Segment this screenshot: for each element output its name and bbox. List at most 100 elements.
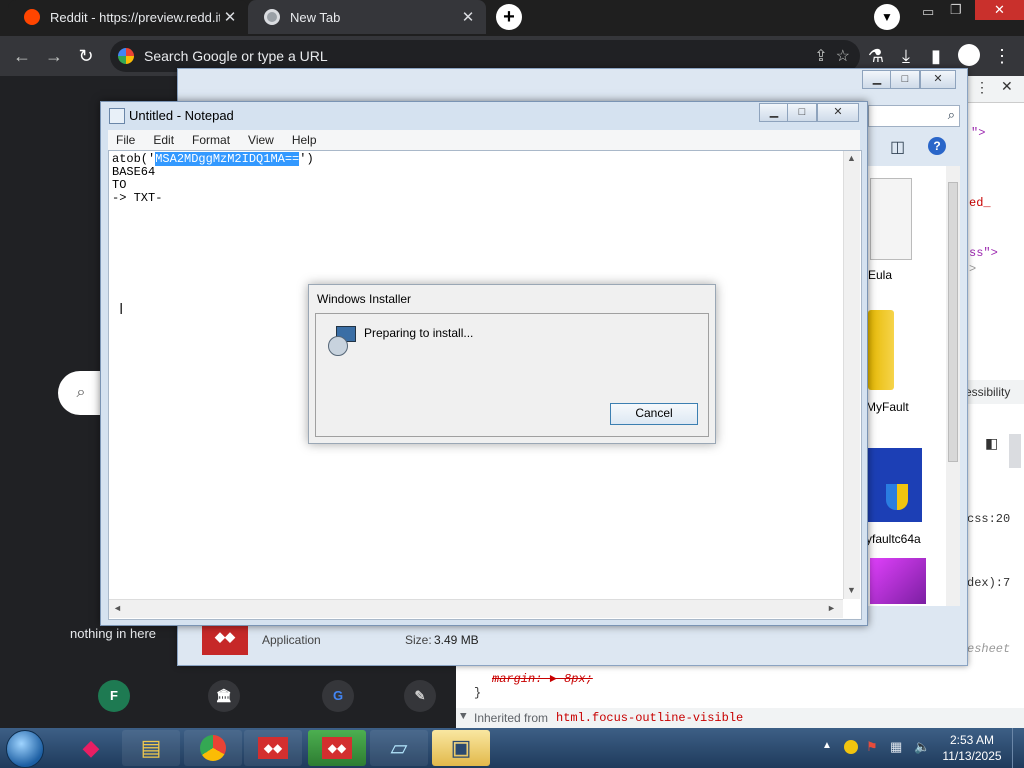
minimize-button[interactable]: ▁ — [862, 70, 892, 89]
css-source-link[interactable]: dex):7 — [967, 576, 1010, 590]
minimize-button[interactable]: ▁ — [759, 103, 789, 122]
collapse-icon[interactable]: ▼ — [460, 711, 467, 723]
close-button[interactable]: ✕ — [920, 70, 956, 89]
scroll-up-icon[interactable]: ▲ — [847, 153, 856, 163]
explorer-scrollbar[interactable] — [946, 166, 960, 606]
editor-text[interactable]: atob('MSA2MDggMzM2IDQ1MA==') BASE64 TO -… — [112, 152, 314, 205]
devtools-menu-icon[interactable]: ⋮ — [975, 80, 989, 97]
share-icon[interactable]: ⇪ — [814, 46, 827, 66]
file-name[interactable]: MyFault — [866, 400, 909, 414]
tab-strip: Reddit - https://preview.redd.it/ ✕ New … — [0, 0, 1024, 36]
scroll-down-icon[interactable]: ▼ — [847, 585, 856, 595]
help-icon[interactable]: ? — [928, 137, 946, 155]
details-size-value: 3.49 MB — [434, 633, 479, 647]
app-icon-purple[interactable] — [870, 558, 926, 604]
explorer-file-list: Eula MyFault yfaultc64a — [866, 166, 960, 606]
ntp-shortcut-bank-icon[interactable]: 🏛 — [208, 680, 240, 712]
inherited-row: ▼ Inherited from html.focus-outline-visi… — [456, 708, 1024, 728]
menu-edit[interactable]: Edit — [153, 133, 174, 147]
tab-title: New Tab — [290, 9, 341, 25]
show-desktop-button[interactable] — [1012, 728, 1024, 768]
tab-new-tab[interactable]: New Tab ✕ — [248, 0, 486, 34]
ntp-shortcut-google-icon[interactable]: G — [322, 680, 354, 712]
shield-app-icon[interactable] — [868, 448, 922, 522]
devtools-close-icon[interactable]: ✕ — [1001, 79, 1013, 96]
forward-icon[interactable]: → — [40, 36, 68, 76]
close-icon[interactable]: ✕ — [220, 8, 240, 26]
vertical-scrollbar[interactable]: ▲ ▼ — [843, 151, 860, 599]
taskbar-chrome[interactable] — [184, 730, 242, 766]
ntp-customize-pencil-icon[interactable]: ✎ — [404, 680, 436, 712]
css-rule-strikethrough: margin: ► 8px; — [492, 672, 593, 686]
tray-volume-icon[interactable]: 🔈 — [914, 739, 930, 755]
tab-search-button[interactable]: ▼ — [874, 4, 900, 30]
dialog-title: Windows Installer — [317, 292, 412, 306]
taskbar-app-pink[interactable]: ◆ — [62, 730, 120, 766]
dom-snippet: > — [969, 262, 977, 276]
close-button[interactable]: ✕ — [817, 103, 859, 122]
menu-help[interactable]: Help — [292, 133, 317, 147]
scroll-right-icon[interactable]: ► — [827, 603, 836, 613]
tray-flag-icon[interactable]: ⚑ — [866, 739, 878, 755]
css-source-link[interactable]: css:20 — [967, 512, 1010, 526]
ntp-search-icon[interactable]: ⌕ — [58, 371, 104, 415]
stylesheet-label: esheet — [967, 642, 1011, 656]
preview-pane-icon[interactable]: ◫ — [890, 137, 905, 157]
menu-format[interactable]: Format — [192, 133, 230, 147]
maximize-icon[interactable]: ❐ — [950, 2, 962, 18]
ntp-shortcut-f[interactable]: F — [98, 680, 130, 712]
menu-file[interactable]: File — [116, 133, 135, 147]
tab-reddit[interactable]: Reddit - https://preview.redd.it/ ✕ — [8, 0, 248, 34]
search-icon: ⌕ — [947, 107, 955, 122]
scroll-left-icon[interactable]: ◄ — [113, 603, 122, 613]
close-icon[interactable]: ✕ — [458, 8, 478, 26]
devtools-scrollbar[interactable] — [1009, 434, 1021, 468]
back-icon[interactable]: ← — [8, 36, 36, 76]
installer-dialog: Windows Installer Preparing to install..… — [308, 284, 716, 444]
tray-network-icon[interactable]: ▦ — [890, 739, 902, 755]
details-type: Application — [262, 633, 321, 647]
ntp-shortcut-label[interactable]: nothing in here — [70, 626, 156, 641]
window-title: Untitled - Notepad — [129, 108, 234, 123]
explorer-search-box[interactable]: ⌕ — [868, 105, 960, 127]
reload-icon[interactable]: ↻ — [72, 36, 100, 76]
devtools-header: ⋮ ✕ — [963, 76, 1024, 103]
window-close-button[interactable]: ✕ — [975, 0, 1024, 20]
notepad-icon — [109, 108, 125, 124]
document-icon[interactable] — [870, 178, 912, 260]
taskbar-installer[interactable]: ▣ — [432, 730, 490, 766]
tray-expand-icon[interactable]: ▲ — [822, 740, 832, 751]
installer-icon: ▣ — [450, 735, 472, 760]
clock-time[interactable]: 2:53 AM — [944, 733, 1000, 747]
disc-shape — [328, 336, 348, 356]
taskbar-explorer[interactable]: ▤ — [122, 730, 180, 766]
start-button[interactable] — [6, 730, 44, 768]
scroll-thumb[interactable] — [948, 182, 958, 462]
accessibility-tab[interactable]: essibility — [963, 380, 1024, 404]
cancel-button[interactable]: Cancel — [610, 403, 698, 425]
horizontal-scrollbar[interactable]: ◄ ► — [109, 599, 843, 618]
file-name[interactable]: yfaultc64a — [866, 532, 921, 546]
taskbar-app-active[interactable]: ◆◆ — [308, 730, 366, 766]
menu-icon[interactable]: ⋮ — [988, 36, 1016, 76]
line1-prefix: atob(' — [112, 152, 156, 166]
maximize-button[interactable]: □ — [787, 103, 817, 122]
taskbar-notepad[interactable]: ▱ — [370, 730, 428, 766]
dom-snippet: ss"> — [969, 246, 998, 260]
profile-avatar[interactable] — [958, 44, 980, 66]
app-icon: ◆◆ — [257, 737, 289, 759]
chrome-icon — [200, 735, 226, 761]
toggle-sidebar-icon[interactable]: ◧ — [985, 436, 998, 453]
bookmark-star-icon[interactable]: ☆ — [836, 46, 850, 66]
taskbar-app-red[interactable]: ◆◆ — [244, 730, 302, 766]
zip-folder-icon[interactable] — [868, 310, 894, 390]
maximize-button[interactable]: □ — [890, 70, 920, 89]
file-name[interactable]: Eula — [868, 268, 892, 282]
clock-date[interactable]: 11/13/2025 — [940, 749, 1004, 763]
tray-app-icon[interactable] — [844, 740, 858, 754]
inherited-selector[interactable]: html.focus-outline-visible — [556, 711, 743, 725]
menu-view[interactable]: View — [248, 133, 274, 147]
minimize-icon[interactable]: ▭ — [922, 4, 934, 20]
new-tab-button[interactable]: + — [496, 4, 522, 30]
selected-text[interactable]: MSA2MDggMzM2IDQ1MA== — [155, 152, 300, 166]
